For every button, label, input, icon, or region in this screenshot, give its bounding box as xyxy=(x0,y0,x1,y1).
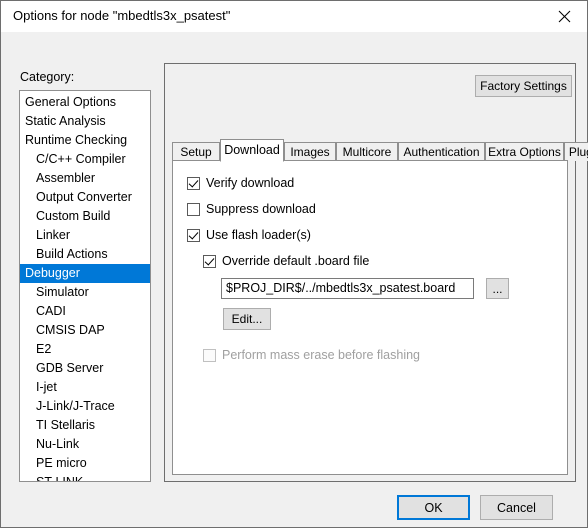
category-item-ti-stellaris[interactable]: TI Stellaris xyxy=(20,416,150,435)
category-item-gdb-server[interactable]: GDB Server xyxy=(20,359,150,378)
category-item-e2[interactable]: E2 xyxy=(20,340,150,359)
checkbox-label: Perform mass erase before flashing xyxy=(222,348,421,362)
checkbox-label: Use flash loader(s) xyxy=(206,228,311,242)
category-item-nu-link[interactable]: Nu-Link xyxy=(20,435,150,454)
browse-board-file-button[interactable]: ... xyxy=(486,278,509,299)
tab-authentication[interactable]: Authentication xyxy=(398,142,485,161)
checkbox-label: Override default .board file xyxy=(222,254,370,268)
checkbox-override-board-file[interactable]: Override default .board file xyxy=(203,254,369,268)
category-item-output-converter[interactable]: Output Converter xyxy=(20,188,150,207)
category-item-simulator[interactable]: Simulator xyxy=(20,283,150,302)
checkbox-label: Suppress download xyxy=(206,202,316,216)
ok-button[interactable]: OK xyxy=(397,495,470,520)
close-icon[interactable] xyxy=(542,1,587,32)
category-label: Category: xyxy=(20,70,75,84)
category-item-runtime-checking[interactable]: Runtime Checking xyxy=(20,131,150,150)
category-item-pe-micro[interactable]: PE micro xyxy=(20,454,150,473)
window-title: Options for node "mbedtls3x_psatest" xyxy=(13,8,231,23)
tab-multicore[interactable]: Multicore xyxy=(336,142,398,161)
category-item-general-options[interactable]: General Options xyxy=(20,93,150,112)
checkbox-indicator xyxy=(187,176,200,190)
category-item-cmsis-dap[interactable]: CMSIS DAP xyxy=(20,321,150,340)
category-item-build-actions[interactable]: Build Actions xyxy=(20,245,150,264)
checkbox-indicator xyxy=(187,228,200,242)
checkbox-label: Verify download xyxy=(206,176,295,190)
cancel-button[interactable]: Cancel xyxy=(480,495,553,520)
checkbox-verify-download[interactable]: Verify download xyxy=(187,176,294,190)
category-item-debugger[interactable]: Debugger xyxy=(20,264,150,283)
edit-board-file-button[interactable]: Edit... xyxy=(223,308,271,330)
category-item-j-link-j-trace[interactable]: J-Link/J-Trace xyxy=(20,397,150,416)
checkbox-indicator xyxy=(203,254,216,268)
board-file-path-input[interactable]: $PROJ_DIR$/../mbedtls3x_psatest.board xyxy=(221,278,474,299)
title-bar: Options for node "mbedtls3x_psatest" xyxy=(1,1,587,32)
category-item-i-jet[interactable]: I-jet xyxy=(20,378,150,397)
checkbox-use-flash-loader[interactable]: Use flash loader(s) xyxy=(187,228,311,242)
checkbox-perform-mass-erase: Perform mass erase before flashing xyxy=(203,348,420,362)
category-item-c-c-compiler[interactable]: C/C++ Compiler xyxy=(20,150,150,169)
tab-extra-options[interactable]: Extra Options xyxy=(485,142,564,161)
factory-settings-button[interactable]: Factory Settings xyxy=(475,75,572,97)
category-item-linker[interactable]: Linker xyxy=(20,226,150,245)
settings-panel: Factory Settings Setup Download Images Mult… xyxy=(164,63,588,482)
category-item-static-analysis[interactable]: Static Analysis xyxy=(20,112,150,131)
category-item-custom-build[interactable]: Custom Build xyxy=(20,207,150,226)
tab-download[interactable]: Download xyxy=(220,139,284,162)
checkbox-indicator xyxy=(187,202,200,216)
tab-plugins[interactable]: Plugins xyxy=(564,142,588,161)
options-dialog: Options for node "mbedtls3x_psatest" Cat… xyxy=(0,0,588,528)
category-item-assembler[interactable]: Assembler xyxy=(20,169,150,188)
tab-images[interactable]: Images xyxy=(284,142,336,161)
category-item-st-link[interactable]: ST-LINK xyxy=(20,473,150,481)
tab-setup[interactable]: Setup xyxy=(172,142,220,161)
tab-strip[interactable]: Setup Download Images Multicore Authenticati… xyxy=(172,139,588,162)
checkbox-indicator xyxy=(203,348,216,362)
category-item-cadi[interactable]: CADI xyxy=(20,302,150,321)
tab-panel-download: Verify download Suppress download Use fl… xyxy=(172,160,568,475)
checkbox-suppress-download[interactable]: Suppress download xyxy=(187,202,316,216)
category-list[interactable]: General Options Static Analysis Runtime Ch… xyxy=(19,90,151,482)
